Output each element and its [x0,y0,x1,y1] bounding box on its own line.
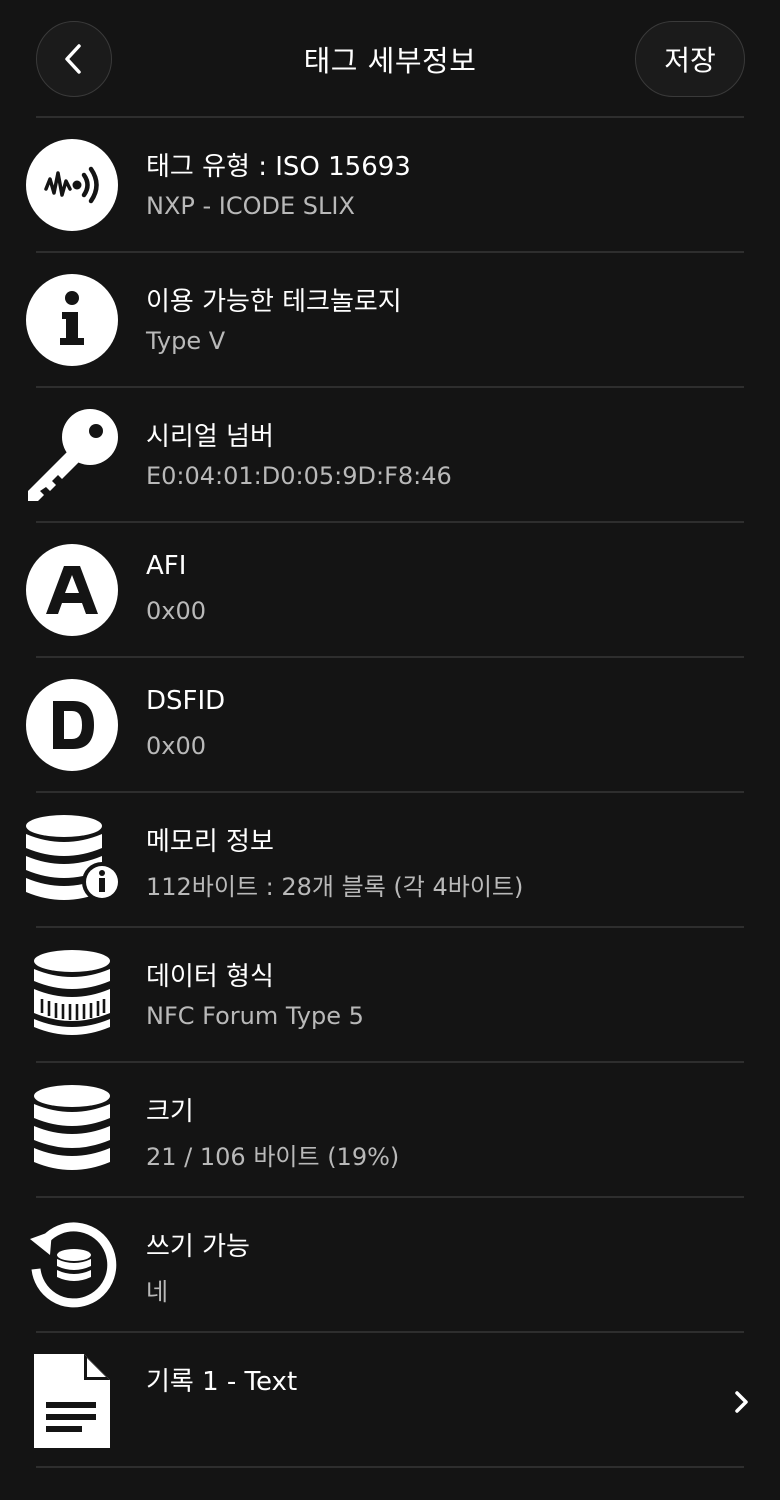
row-memory-info: 메모리 정보 112바이트 : 28개 블록 (각 4바이트) [0,793,780,926]
row-title: 데이터 형식 [146,962,274,992]
row-value: NXP - ICODE SLIX [146,192,355,220]
chevron-right-icon [726,1387,756,1417]
row-value: 21 / 106 바이트 (19%) [146,1143,400,1171]
row-serial-number: 시리얼 넘버 E0:04:01:D0:05:9D:F8:46 [0,388,780,521]
tag-details-list: 태그 유형 : ISO 15693 NXP - ICODE SLIX 이용 가능… [0,116,780,1468]
row-title: 크기 [146,1097,194,1127]
row-value: Type V [146,327,226,355]
database-info-icon [24,812,120,908]
row-size: 크기 21 / 106 바이트 (19%) [0,1063,780,1196]
rewrite-database-icon [24,1217,120,1313]
row-value: 네 [146,1278,169,1306]
row-value: NFC Forum Type 5 [146,1002,364,1030]
row-title: 이용 가능한 테크놀로지 [146,287,402,317]
row-technology: 이용 가능한 테크놀로지 Type V [0,253,780,386]
chevron-left-icon [65,44,81,74]
row-title: 시리얼 넘버 [146,422,274,452]
top-bar: 태그 세부정보 저장 [0,0,780,118]
row-title: DSFID [146,686,226,716]
database-format-icon [24,947,120,1043]
divider [36,1466,744,1468]
letter-d-icon [24,677,120,773]
document-icon [24,1352,120,1448]
row-data-format: 데이터 형식 NFC Forum Type 5 [0,928,780,1061]
row-value: E0:04:01:D0:05:9D:F8:46 [146,462,452,490]
row-title: 태그 유형 : ISO 15693 [146,152,411,182]
row-afi: AFI 0x00 [0,523,780,656]
back-button[interactable] [36,21,112,97]
row-record-1[interactable]: 기록 1 - Text [0,1333,780,1466]
key-icon [24,407,120,503]
row-value: 112바이트 : 28개 블록 (각 4바이트) [146,873,524,901]
row-title: 쓰기 가능 [146,1232,250,1262]
info-icon [24,272,120,368]
letter-a-icon [24,542,120,638]
database-icon [24,1082,120,1178]
save-button[interactable]: 저장 [635,21,745,97]
row-title: 메모리 정보 [146,827,274,857]
row-value: 0x00 [146,732,207,760]
row-title: AFI [146,551,187,581]
row-tag-type: 태그 유형 : ISO 15693 NXP - ICODE SLIX [0,118,780,251]
row-dsfid: DSFID 0x00 [0,658,780,791]
row-writable: 쓰기 가능 네 [0,1198,780,1331]
row-value: 0x00 [146,597,207,625]
nfc-wave-icon [24,137,120,233]
row-title: 기록 1 - Text [146,1367,298,1397]
